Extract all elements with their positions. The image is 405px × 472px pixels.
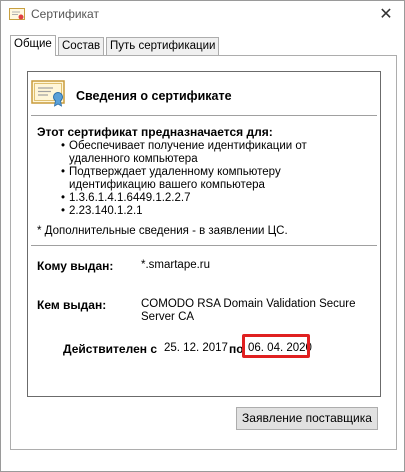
issued-to-label: Кому выдан: bbox=[37, 259, 114, 273]
certificate-dialog: Сертификат ✕ Общие Состав Путь сертифика… bbox=[0, 0, 405, 472]
window-title: Сертификат bbox=[31, 7, 99, 21]
issued-by-value: COMODO RSA Domain Validation Secure Serv… bbox=[141, 298, 356, 323]
close-icon[interactable]: ✕ bbox=[378, 6, 394, 22]
purpose-item: 1.3.6.1.4.1.6449.1.2.2.7 bbox=[61, 192, 361, 205]
tab-general[interactable]: Общие bbox=[10, 35, 56, 56]
footnote: * Дополнительные сведения - в заявлении … bbox=[37, 225, 288, 237]
tab-certification-path[interactable]: Путь сертификации bbox=[106, 37, 220, 55]
purpose-title: Этот сертификат предназначается для: bbox=[37, 125, 273, 139]
issued-by-label: Кем выдан: bbox=[37, 298, 107, 312]
purpose-item: Подтверждает удаленному компьютеру идент… bbox=[61, 166, 361, 192]
highlight-annotation bbox=[242, 334, 310, 358]
purpose-item: Обеспечивает получение идентификации от … bbox=[61, 140, 361, 166]
certificate-large-icon bbox=[31, 80, 65, 107]
valid-from-label: Действителен с bbox=[63, 342, 157, 356]
certificate-icon bbox=[9, 8, 25, 20]
divider bbox=[31, 245, 377, 246]
issuer-statement-button[interactable]: Заявление поставщика bbox=[236, 407, 378, 430]
valid-from-value: 25. 12. 2017 bbox=[164, 342, 228, 354]
purpose-list: Обеспечивает получение идентификации от … bbox=[61, 140, 361, 218]
certificate-heading: Сведения о сертификате bbox=[76, 89, 232, 103]
divider bbox=[31, 115, 377, 116]
title-bar: Сертификат ✕ bbox=[1, 1, 404, 31]
purpose-item: 2.23.140.1.2.1 bbox=[61, 205, 361, 218]
tab-details[interactable]: Состав bbox=[58, 37, 105, 55]
issued-to-value: *.smartape.ru bbox=[141, 259, 211, 271]
